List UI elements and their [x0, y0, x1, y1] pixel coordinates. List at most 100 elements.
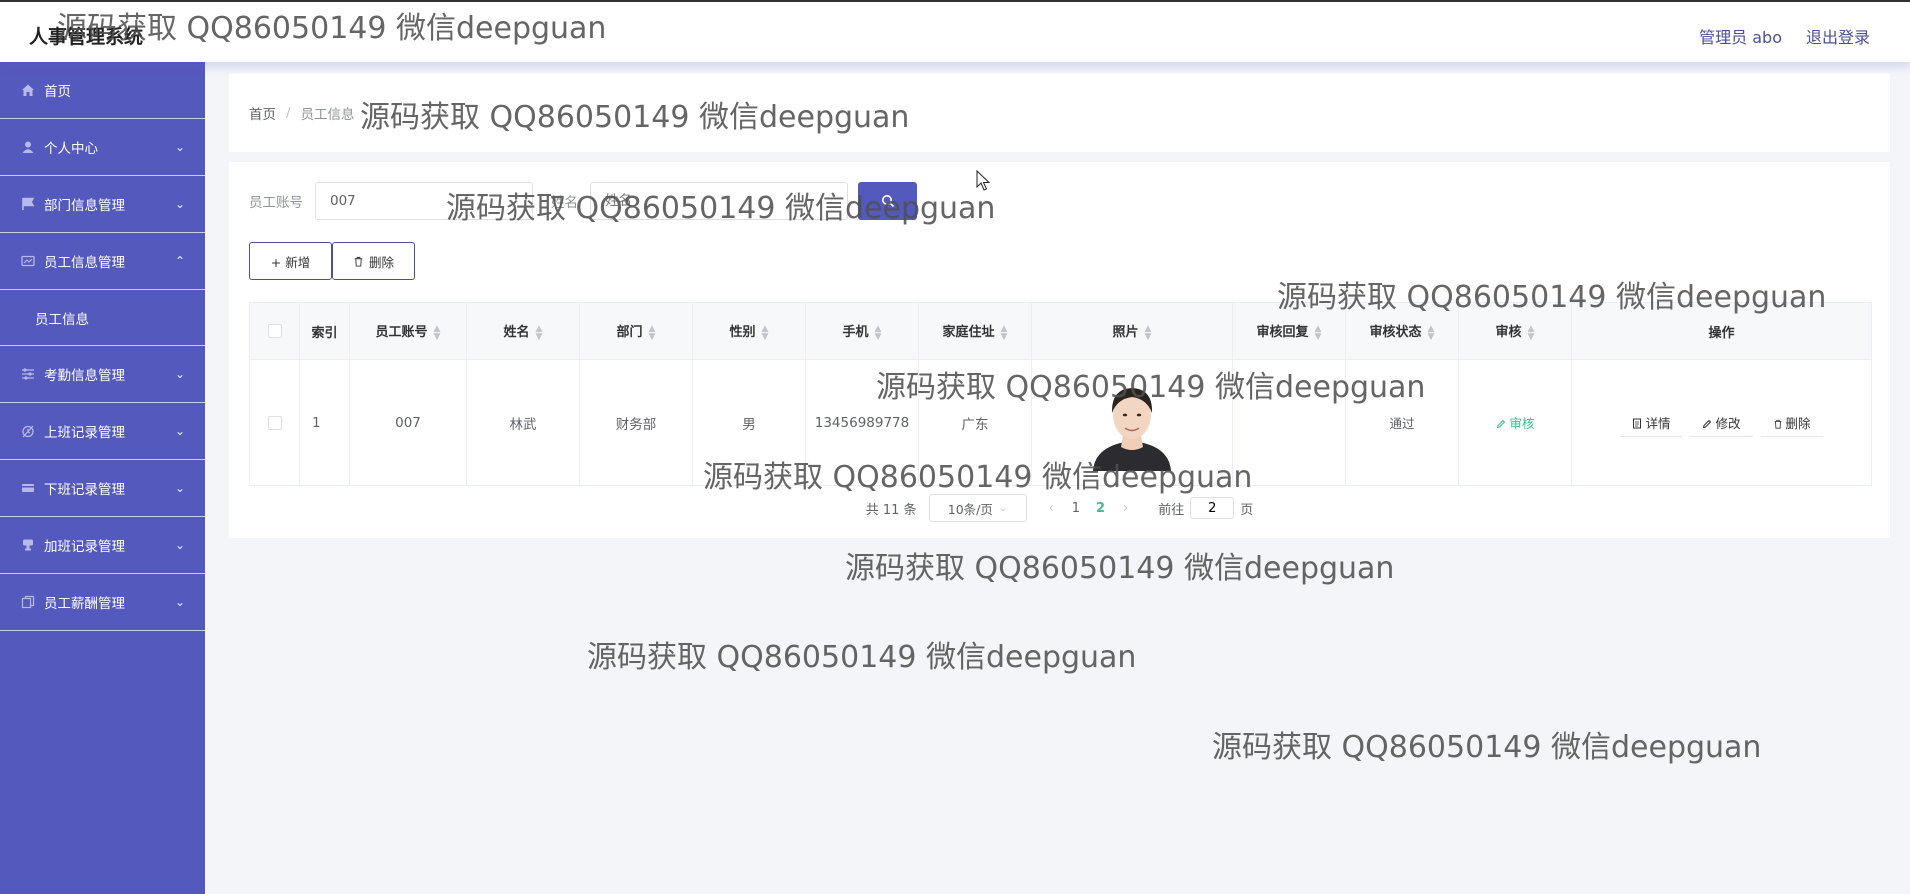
watermark: 源码获取 QQ86050149 微信deepguan: [446, 191, 996, 226]
column-header: 索引: [299, 302, 350, 360]
chevron-down-icon: ⌄: [174, 140, 185, 154]
audit-action-cell: 审核: [1458, 359, 1572, 486]
chevron-up-icon: ⌃: [174, 254, 185, 268]
logout-link[interactable]: 退出登录: [1806, 24, 1870, 48]
breadcrumb-current: 员工信息: [300, 106, 355, 123]
row-checkbox[interactable]: [267, 415, 282, 430]
goto-label: 前往: [1158, 502, 1185, 518]
sidebar-item-checkin[interactable]: 上班记录管理 ⌄: [0, 403, 205, 460]
chevron-down-icon: ⌄: [174, 197, 185, 211]
department-cell: 财务部: [579, 359, 693, 486]
column-header[interactable]: 照片 ▲ ▼: [1031, 302, 1233, 360]
sort-icon[interactable]: ▲ ▼: [1528, 324, 1535, 341]
column-header[interactable]: 手机 ▲ ▼: [805, 302, 919, 360]
sort-icon[interactable]: ▲ ▼: [1315, 324, 1322, 341]
trash-icon: [1774, 419, 1781, 429]
current-user[interactable]: 管理员 abo: [1699, 24, 1782, 48]
sort-icon[interactable]: ▲ ▼: [1428, 324, 1435, 341]
edit-icon: [1496, 419, 1505, 429]
account-cell: 007: [349, 359, 467, 486]
sidebar-item-label: 个人中心: [44, 141, 98, 157]
copy-icon: [20, 594, 36, 610]
sidebar-subitem-label: 员工信息: [35, 311, 89, 328]
user-icon: [20, 139, 36, 155]
column-header[interactable]: 部门 ▲ ▼: [579, 302, 693, 360]
edit-icon: [1703, 419, 1712, 428]
sidebar-item-checkout[interactable]: 下班记录管理 ⌄: [0, 460, 205, 517]
sidebar-item-employee[interactable]: 员工信息管理 ⌃: [0, 233, 205, 290]
column-header[interactable]: 姓名 ▲ ▼: [466, 302, 580, 360]
row-select-cell: [249, 359, 300, 486]
column-header[interactable]: 员工账号 ▲ ▼: [349, 302, 467, 360]
watermark: 源码获取 QQ86050149 微信deepguan: [360, 100, 910, 135]
sort-icon[interactable]: ▲ ▼: [434, 324, 441, 341]
chevron-down-icon: ⌄: [174, 595, 185, 609]
sort-icon[interactable]: ▲ ▼: [1145, 324, 1152, 341]
sidebar-item-label: 员工信息管理: [44, 255, 125, 271]
sort-icon[interactable]: ▲ ▼: [1001, 324, 1008, 341]
action-buttons: + 新增 删除: [249, 242, 415, 280]
sidebar-item-overtime[interactable]: 加班记录管理 ⌄: [0, 517, 205, 574]
sort-icon[interactable]: ▲ ▼: [875, 324, 882, 341]
mic-icon: [20, 537, 36, 553]
audit-link[interactable]: 审核: [1496, 416, 1535, 431]
breadcrumb-home[interactable]: 首页: [249, 103, 276, 123]
delete-button-label: 删除: [368, 254, 394, 270]
goto-suffix: 页: [1240, 502, 1254, 518]
chevron-down-icon: ⌄: [174, 367, 185, 381]
watermark: 源码获取 QQ86050149 微信deepguan: [703, 460, 1253, 495]
watermark: 源码获取 QQ86050149 微信deepguan: [57, 11, 607, 46]
sidebar-item-label: 部门信息管理: [44, 198, 125, 214]
sort-icon[interactable]: ▲ ▼: [649, 324, 656, 341]
sidebar-item-label: 员工薪酬管理: [44, 596, 125, 612]
account-search-label: 员工账号: [249, 195, 303, 211]
delete-button[interactable]: 删除: [332, 242, 415, 280]
column-header[interactable]: 家庭住址 ▲ ▼: [918, 302, 1032, 360]
watermark: 源码获取 QQ86050149 微信deepguan: [845, 551, 1395, 586]
alarm-icon: [20, 423, 36, 439]
add-button[interactable]: + 新增: [249, 242, 332, 280]
pagination: 共 11 条 10条/页 ⌄ ‹ 1 2 › 前往 页: [229, 494, 1890, 522]
watermark: 源码获取 QQ86050149 微信deepguan: [587, 640, 1137, 675]
goto-page-input[interactable]: [1190, 497, 1235, 519]
chevron-down-icon: ⌄: [174, 424, 185, 438]
sidebar-item-home[interactable]: 首页: [0, 62, 205, 119]
sidebar-item-salary[interactable]: 员工薪酬管理 ⌄: [0, 574, 205, 631]
sliders-icon: [20, 366, 36, 382]
column-header[interactable]: 性别 ▲ ▼: [692, 302, 806, 360]
sidebar-subitem-employee-info[interactable]: 员工信息: [0, 290, 205, 346]
page-size-select[interactable]: 10条/页 ⌄: [928, 494, 1027, 522]
row-delete-button[interactable]: 删除: [1760, 409, 1823, 437]
edit-button[interactable]: 修改: [1690, 409, 1753, 437]
sidebar-item-attendance[interactable]: 考勤信息管理 ⌄: [0, 346, 205, 403]
home-icon: [20, 82, 36, 98]
chevron-down-icon: ⌄: [998, 502, 1008, 514]
sort-icon[interactable]: ▲ ▼: [762, 324, 769, 341]
total-count: 共 11 条: [865, 502, 917, 518]
sidebar-item-label: 下班记录管理: [44, 482, 125, 498]
select-all-checkbox[interactable]: [267, 324, 282, 338]
index-cell: 1: [299, 359, 350, 486]
trash-icon: [354, 256, 363, 267]
watermark: 源码获取 QQ86050149 微信deepguan: [1212, 730, 1762, 765]
prev-page-icon[interactable]: ‹: [1049, 501, 1054, 516]
select-all-cell: [249, 302, 300, 360]
operation-buttons: 详情 修改 删除: [1572, 409, 1871, 437]
sidebar-item-label: 考勤信息管理: [44, 368, 125, 384]
next-page-icon[interactable]: ›: [1123, 501, 1128, 516]
flag-icon: [20, 196, 36, 212]
page-number-1[interactable]: 1: [1072, 501, 1080, 516]
detail-button[interactable]: 详情: [1620, 409, 1683, 437]
audit-status-text: 通过: [1389, 416, 1415, 431]
card-icon: [20, 480, 36, 496]
sort-icon[interactable]: ▲ ▼: [536, 324, 543, 341]
sidebar-item-department[interactable]: 部门信息管理 ⌄: [0, 176, 205, 233]
page-number-2[interactable]: 2: [1096, 501, 1105, 516]
sidebar-item-label: 加班记录管理: [44, 539, 125, 555]
chevron-down-icon: ⌄: [174, 538, 185, 552]
sidebar-item-personal[interactable]: 个人中心 ⌄: [0, 119, 205, 176]
name-cell: 林武: [466, 359, 580, 486]
mouse-cursor-icon: [976, 170, 990, 191]
header-actions: 管理员 abo 退出登录: [1699, 24, 1870, 48]
chevron-down-icon: ⌄: [174, 481, 185, 495]
